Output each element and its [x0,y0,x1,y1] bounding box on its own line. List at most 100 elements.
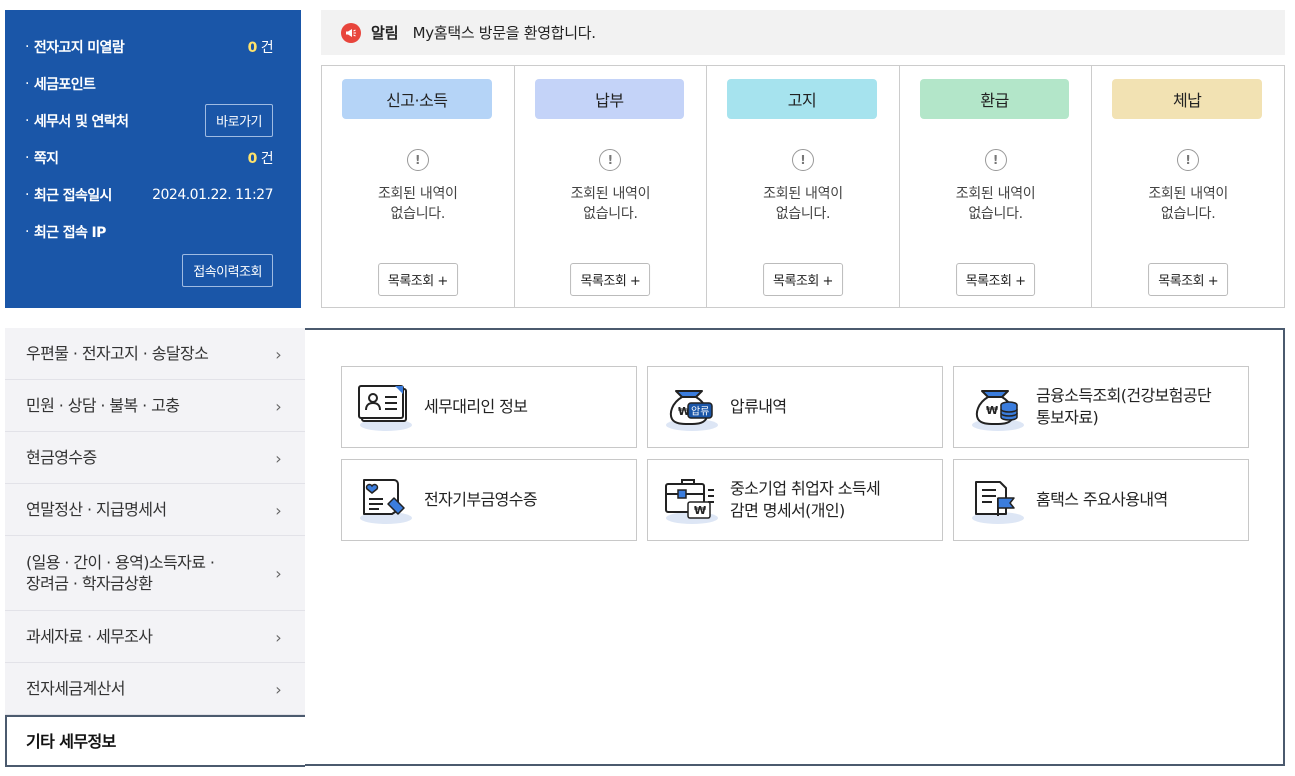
empty-message-line2: 없습니다. [775,206,831,222]
menu-item-income-data[interactable]: (일용 · 간이 · 용역)소득자료 · 장려금 · 학자금상환 › [5,536,305,611]
status-header: 납부 [534,79,685,119]
empty-message-line2: 없습니다. [390,206,446,222]
notice-label: 알림 [371,24,399,42]
menu-item-label: 민원 · 상담 · 불복 · 고충 [26,396,180,415]
menu-item-label: 우편물 · 전자고지 · 송달장소 [26,344,209,363]
empty-message-line1: 조회된 내역이 [1148,186,1228,202]
bullet: · [25,186,29,203]
list-view-button[interactable]: 목록조회 + [763,263,843,296]
list-view-button[interactable]: 목록조회 + [1148,263,1229,296]
menu-item-cash-receipt[interactable]: 현금영수증 › [5,432,305,484]
status-header: 체납 [1112,79,1262,119]
tile-label: 압류내역 [730,396,787,418]
won-sign: ₩ [986,404,998,417]
menu-item-label: 전자세금계산서 [26,679,125,698]
finance-moneybag-coins-icon: ₩ [968,381,1026,433]
alert-icon: ! [984,149,1007,171]
messages-row: · 쪽지 0건 [25,139,274,176]
tile-seizure-history[interactable]: ₩ 압류 압류내역 [647,366,943,448]
menu-item-civil-petition[interactable]: 민원 · 상담 · 불복 · 고충 › [5,380,305,432]
tax-points-label: 세금포인트 [33,76,96,93]
chevron-right-icon: › [275,344,281,364]
login-history-button[interactable]: 접속이력조회 [182,254,273,287]
seizure-moneybag-icon: ₩ 압류 [662,381,720,433]
tile-label: 금융소득조회(건강보험공단 통보자료) [1036,385,1212,429]
notice-text: My홈택스 방문을 환영합니다. [412,24,596,42]
status-header: 신고·소득 [342,79,492,119]
status-header: 고지 [727,79,877,119]
list-view-button[interactable]: 목록조회 + [955,263,1036,296]
tile-label-line2: 통보자료) [1036,408,1099,427]
menu-item-label-line1: (일용 · 간이 · 용역)소득자료 · [26,553,215,572]
tile-label-line2: 감면 명세서(개인) [730,501,845,520]
tile-tax-agent-info[interactable]: 세무대리인 정보 [341,366,637,448]
tile-sme-tax-reduction[interactable]: ₩ 중소기업 취업자 소득세 감면 명세서(개인) [647,459,943,541]
menu-item-year-end-settlement[interactable]: 연말정산 · 지급명세서 › [5,484,305,536]
empty-message-line1: 조회된 내역이 [763,186,843,202]
tax-office-label: 세무서 및 연락처 [33,113,129,130]
chevron-right-icon: › [275,500,281,520]
list-view-button[interactable]: 목록조회 + [377,263,458,296]
alert-icon: ! [791,149,814,171]
empty-message-line2: 없습니다. [1160,206,1216,222]
empty-message-line1: 조회된 내역이 [955,186,1036,202]
status-col-arrears: 체납 ! 조회된 내역이없습니다. 목록조회 + [1092,66,1284,307]
messages-count-value: 0 [247,150,258,167]
last-login-value: 2024.01.22. 11:27 [152,186,273,203]
shortcut-button[interactable]: 바로가기 [205,104,273,137]
tile-donation-receipt[interactable]: 전자기부금영수증 [341,459,637,541]
chevron-right-icon: › [275,679,281,699]
unread-notice-row: · 전자고지 미열람 0건 [25,28,274,65]
last-ip-row: · 최근 접속 IP [25,213,273,250]
tile-label-line1: 압류내역 [730,397,787,416]
menu-item-label: 연말정산 · 지급명세서 [26,500,167,519]
tax-points-row[interactable]: · 세금포인트 [25,65,273,102]
tile-financial-income[interactable]: ₩ 금융소득조회(건강보험공단 통보자료) [953,366,1249,448]
status-col-filing: 신고·소득 ! 조회된 내역이 없습니다. 목록조회 + [322,66,515,307]
tile-hometax-usage[interactable]: 홈택스 주요사용내역 [953,459,1249,541]
count-unit: 건 [260,39,274,56]
tax-office-row: · 세무서 및 연락처 바로가기 [25,102,273,139]
status-summary-grid: 신고·소득 ! 조회된 내역이 없습니다. 목록조회 + 납부 ! 조회된 내역이… [321,65,1285,308]
menu-item-label: 기타 세무정보 [26,731,116,751]
tile-label: 중소기업 취업자 소득세 감면 명세서(개인) [730,478,881,522]
menu-item-tax-investigation[interactable]: 과세자료 · 세무조사 › [5,611,305,663]
last-ip-label: 최근 접속 IP [33,224,107,241]
side-menu: 우편물 · 전자고지 · 송달장소 › 민원 · 상담 · 불복 · 고충 › … [5,328,305,767]
bullet: · [25,75,29,92]
alert-icon: ! [1177,149,1200,171]
empty-message-line2: 없습니다. [583,206,638,222]
menu-item-e-tax-invoice[interactable]: 전자세금계산서 › [5,663,305,715]
service-tiles: 세무대리인 정보 ₩ 압류 압류내역 ₩ 금융소득조회(건강보험공단 통보자료)… [341,366,1251,541]
tile-label: 홈택스 주요사용내역 [1036,489,1168,511]
empty-message: 조회된 내역이 없습니다. [322,184,514,224]
messages-count[interactable]: 0건 [247,148,274,168]
alert-icon: ! [406,149,429,171]
bullet: · [25,38,29,55]
status-header: 환급 [919,79,1070,119]
menu-item-mail-notice[interactable]: 우편물 · 전자고지 · 송달장소 › [5,328,305,380]
unread-notice-count[interactable]: 0건 [248,37,274,57]
tax-agent-card-icon [356,381,414,433]
tile-label-line1: 세무대리인 정보 [424,397,528,416]
tile-label: 세무대리인 정보 [424,396,528,418]
bullet: · [25,112,29,129]
unread-notice-label: 전자고지 미열람 [33,39,125,56]
empty-message: 조회된 내역이없습니다. [515,184,707,224]
last-login-row: · 최근 접속일시 2024.01.22. 11:27 [25,176,273,213]
chevron-right-icon: › [275,627,281,647]
messages-label: 쪽지 [33,150,59,167]
content-panel: 세무대리인 정보 ₩ 압류 압류내역 ₩ 금융소득조회(건강보험공단 통보자료)… [303,328,1285,766]
menu-item-label-line2: 장려금 · 학자금상환 [26,574,153,593]
alert-icon: ! [599,149,622,171]
empty-message-line1: 조회된 내역이 [570,186,651,202]
notice-bar: 알림 My홈택스 방문을 환영합니다. [321,10,1285,55]
menu-item-label: (일용 · 간이 · 용역)소득자료 · 장려금 · 학자금상환 [26,552,215,594]
chevron-right-icon: › [275,396,281,416]
list-view-button[interactable]: 목록조회 + [570,263,651,296]
briefcase-won-icon: ₩ [662,474,720,526]
empty-message-line2: 없습니다. [968,206,1023,222]
tile-label: 전자기부금영수증 [424,489,538,511]
bullet: · [25,149,29,166]
menu-item-other-tax-info[interactable]: 기타 세무정보 [5,715,305,767]
